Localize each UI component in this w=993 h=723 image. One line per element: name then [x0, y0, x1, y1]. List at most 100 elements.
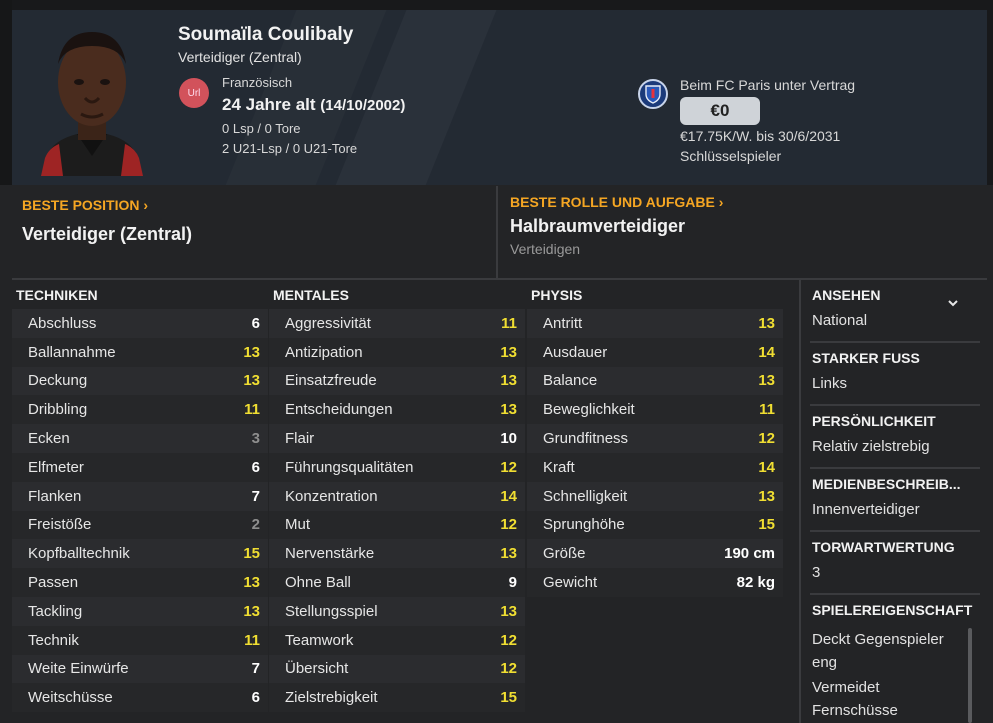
attribute-row[interactable]: Führungsqualitäten 12: [269, 452, 525, 482]
trait-item: Vermeidet Fernschüsse: [812, 679, 898, 719]
club-crest-icon[interactable]: [638, 79, 668, 109]
attribute-row[interactable]: Einsatzfreude 13: [269, 366, 525, 396]
attribute-value: 15: [243, 545, 260, 563]
attribute-value: 6: [251, 458, 260, 476]
attribute-row[interactable]: Zielstrebigkeit 15: [269, 683, 525, 713]
attribute-row[interactable]: Ohne Ball 9: [269, 568, 525, 597]
attribute-row[interactable]: Balance 13: [527, 366, 783, 396]
attribute-value: 2: [251, 516, 260, 534]
attribute-row[interactable]: Antritt 13: [527, 309, 783, 338]
best-role-heading[interactable]: BESTE ROLLE UND AUFGABE ›: [510, 194, 723, 210]
attribute-row[interactable]: Weitschüsse 6: [12, 683, 268, 713]
attribute-row[interactable]: Übersicht 12: [269, 654, 525, 684]
attribute-name: Zielstrebigkeit: [285, 689, 378, 707]
attribute-name: Technik: [28, 631, 79, 649]
attribute-row[interactable]: Kraft 14: [527, 452, 783, 482]
attribute-name: Abschluss: [28, 314, 97, 332]
attribute-name: Teamwork: [285, 631, 354, 649]
attribute-value: 9: [508, 574, 517, 592]
section-divider: [810, 593, 980, 595]
attribute-value: 82 kg: [736, 574, 775, 592]
attribute-row[interactable]: Nervenstärke 13: [269, 539, 525, 569]
personality-section: PERSÖNLICHKEIT Relativ zielstrebig: [812, 413, 980, 458]
attribute-row[interactable]: Ausdauer 14: [527, 337, 783, 367]
section-divider: [810, 404, 980, 406]
chevron-down-icon[interactable]: [946, 296, 960, 310]
attribute-row[interactable]: Größe 190 cm: [527, 539, 783, 569]
attribute-name: Antizipation: [285, 343, 363, 361]
attribute-name: Flair: [285, 430, 315, 448]
attribute-name: Ausdauer: [543, 343, 608, 361]
best-role-value: Halbraumverteidiger: [510, 216, 686, 236]
attribute-row[interactable]: Deckung 13: [12, 366, 268, 396]
player-avatar: [33, 16, 151, 176]
attribute-row[interactable]: Konzentration 14: [269, 481, 525, 511]
attribute-row[interactable]: Schnelligkeit 13: [527, 481, 783, 511]
attribute-name: Antritt: [543, 314, 583, 332]
squad-status: Schlüsselspieler: [680, 148, 782, 164]
attribute-row[interactable]: Tackling 13: [12, 596, 268, 626]
club-contract[interactable]: Beim FC Paris unter Vertrag: [680, 77, 855, 93]
attribute-value: 13: [758, 372, 775, 390]
attribute-row[interactable]: Antizipation 13: [269, 337, 525, 367]
physical-attributes: PHYSIS Antritt 13 Ausdauer 14 Balance 13 Beweg…: [527, 284, 783, 597]
personality-title: PERSÖNLICHKEIT: [812, 413, 936, 429]
attribute-list: Aggressivität 11 Antizipation 13 Einsatzfreu…: [269, 309, 525, 713]
attribute-row[interactable]: Flair 10: [269, 424, 525, 453]
attribute-row[interactable]: Beweglichkeit 11: [527, 395, 783, 425]
attribute-row[interactable]: Abschluss 6: [12, 309, 268, 338]
attribute-row[interactable]: Weite Einwürfe 7: [12, 654, 268, 684]
attribute-name: Einsatzfreude: [285, 372, 377, 390]
attribute-value: 190 cm: [724, 545, 775, 563]
player-position: Verteidiger (Zentral): [178, 49, 302, 65]
attribute-name: Übersicht: [285, 660, 349, 678]
column-title: MENTALES: [273, 287, 349, 303]
media-description-title: MEDIENBESCHREIB...: [812, 476, 961, 492]
player-traits-title: SPIELEREIGENSCHAFT: [812, 602, 973, 618]
attribute-value: 13: [758, 314, 775, 332]
attribute-row[interactable]: Teamwork 12: [269, 625, 525, 655]
attribute-row[interactable]: Technik 11: [12, 625, 268, 655]
player-traits-section: SPIELEREIGENSCHAFT: [812, 602, 992, 618]
attribute-row[interactable]: Ecken 3: [12, 424, 268, 453]
attribute-value: 13: [243, 602, 260, 620]
attribute-row[interactable]: Gewicht 82 kg: [527, 568, 783, 597]
attribute-value: 11: [244, 631, 260, 649]
attribute-value: 13: [500, 401, 517, 419]
attribute-row[interactable]: Ballannahme 13: [12, 337, 268, 367]
attribute-name: Aggressivität: [285, 314, 371, 332]
attribute-row[interactable]: Elfmeter 6: [12, 452, 268, 482]
attribute-name: Freistöße: [28, 516, 92, 534]
attribute-row[interactable]: Passen 13: [12, 568, 268, 597]
attribute-row[interactable]: Mut 12: [269, 510, 525, 540]
attribute-row[interactable]: Stellungsspiel 13: [269, 596, 525, 626]
best-position-value: Verteidiger (Zentral): [22, 224, 193, 244]
nation-flag-icon[interactable]: Url: [179, 78, 209, 108]
best-position-heading[interactable]: BESTE POSITION ›: [22, 197, 148, 213]
side-panel-divider: [799, 280, 801, 723]
attribute-value: 12: [500, 458, 517, 476]
attribute-row[interactable]: Dribbling 11: [12, 395, 268, 425]
attribute-row[interactable]: Entscheidungen 13: [269, 395, 525, 425]
attribute-value: 12: [500, 631, 517, 649]
reputation-value: National: [812, 312, 868, 329]
attribute-name: Beweglichkeit: [543, 401, 635, 419]
attribute-row[interactable]: Flanken 7: [12, 481, 268, 511]
attribute-value: 12: [500, 516, 517, 534]
traits-scrollbar[interactable]: [968, 628, 972, 723]
header-edge: [0, 0, 12, 185]
attribute-row[interactable]: Grundfitness 12: [527, 424, 783, 453]
attribute-value: 14: [758, 343, 775, 361]
attribute-name: Nervenstärke: [285, 545, 375, 563]
attribute-row[interactable]: Sprunghöhe 15: [527, 510, 783, 540]
column-title: TECHNIKEN: [16, 287, 98, 303]
attribute-value: 13: [243, 372, 260, 390]
player-name: Soumaïla Coulibaly: [178, 24, 354, 45]
transfer-value-badge[interactable]: €0: [680, 97, 760, 125]
date-of-birth: (14/10/2002): [320, 97, 406, 114]
attribute-row[interactable]: Aggressivität 11: [269, 309, 525, 338]
attribute-row[interactable]: Freistöße 2: [12, 510, 268, 540]
attribute-value: 14: [758, 458, 775, 476]
attribute-row[interactable]: Kopfballtechnik 15: [12, 539, 268, 569]
age-years: 24 Jahre alt: [222, 95, 316, 114]
